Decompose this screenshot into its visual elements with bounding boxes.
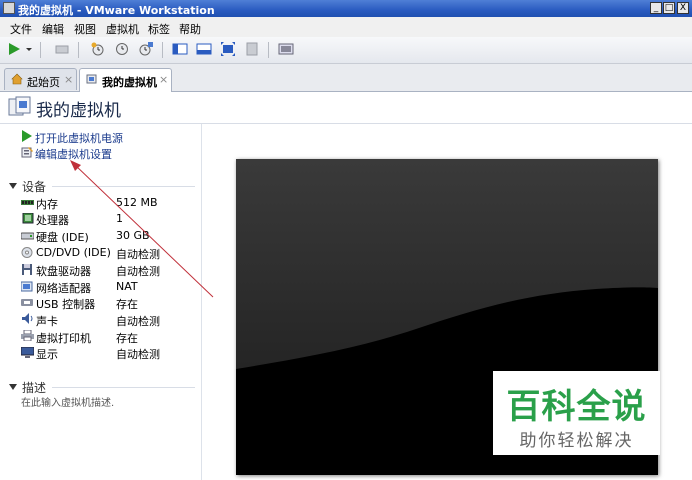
device-memory-name[interactable]: 内存 bbox=[36, 196, 58, 212]
description-input[interactable]: 在此输入虚拟机描述. bbox=[21, 394, 114, 409]
network-toolbar-icon[interactable] bbox=[54, 41, 70, 57]
menu-edit[interactable]: 编辑 bbox=[42, 21, 64, 37]
harddisk-icon bbox=[21, 232, 34, 240]
watermark-title: 百科全说 bbox=[506, 387, 647, 427]
floppy-icon bbox=[22, 264, 32, 275]
header-divider bbox=[0, 123, 692, 124]
close-window-button[interactable]: X bbox=[677, 2, 689, 14]
watermark: 百科全说 助你轻松解决 bbox=[493, 371, 660, 455]
menu-file[interactable]: 文件 bbox=[10, 21, 32, 37]
app-icon bbox=[3, 2, 15, 14]
tab-my-vm[interactable]: 我的虚拟机 × bbox=[79, 68, 172, 92]
tab-home[interactable]: 起始页 × bbox=[4, 68, 77, 90]
tab-home-close-icon[interactable]: × bbox=[64, 73, 73, 86]
printer-icon bbox=[21, 330, 34, 341]
tab-my-vm-label: 我的虚拟机 bbox=[102, 76, 157, 89]
menu-bar: 文件 编辑 视图 虚拟机 标签 帮助 bbox=[0, 17, 692, 37]
vm-icon bbox=[8, 96, 31, 116]
device-display-name[interactable]: 显示 bbox=[36, 346, 58, 362]
menu-view[interactable]: 视图 bbox=[74, 21, 96, 37]
device-printer-name[interactable]: 虚拟打印机 bbox=[36, 330, 91, 346]
tab-strip: 起始页 × 我的虚拟机 × bbox=[0, 64, 692, 92]
processor-icon bbox=[22, 213, 34, 224]
device-display-value: 自动检测 bbox=[116, 348, 160, 361]
vm-title: 我的虚拟机 bbox=[36, 101, 121, 121]
toolbar-separator bbox=[40, 42, 41, 58]
network-icon bbox=[21, 281, 33, 292]
thumbnail-bar-icon[interactable] bbox=[196, 41, 212, 57]
menu-vm[interactable]: 虚拟机 bbox=[106, 21, 139, 37]
devices-collapse-icon[interactable] bbox=[9, 183, 17, 189]
full-screen-icon[interactable] bbox=[220, 41, 236, 57]
description-collapse-icon[interactable] bbox=[9, 384, 17, 390]
toolbar-separator bbox=[78, 42, 79, 58]
devices-heading[interactable]: 设备 bbox=[22, 178, 46, 195]
device-printer-value: 存在 bbox=[116, 332, 138, 345]
window-title: 我的虚拟机 - VMware Workstation bbox=[18, 4, 215, 17]
description-rule bbox=[52, 387, 195, 388]
chevron-down-icon[interactable] bbox=[24, 41, 34, 57]
toolbar bbox=[0, 37, 692, 64]
device-sound-name[interactable]: 声卡 bbox=[36, 313, 58, 329]
revert-snapshot-icon[interactable] bbox=[114, 41, 130, 57]
usb-icon bbox=[21, 299, 33, 306]
toolbar-separator bbox=[162, 42, 163, 58]
vm-tab-icon bbox=[86, 74, 97, 84]
watermark-subtitle: 助你轻松解决 bbox=[519, 431, 634, 451]
cdrom-icon bbox=[21, 247, 33, 258]
home-icon bbox=[11, 73, 23, 85]
minimize-button[interactable]: _ bbox=[650, 2, 662, 14]
window-title-bar[interactable]: 我的虚拟机 - VMware Workstation _ □ X bbox=[0, 0, 692, 17]
device-sound-value: 自动检测 bbox=[116, 315, 160, 328]
show-library-icon[interactable] bbox=[172, 41, 188, 57]
maximize-button[interactable]: □ bbox=[663, 2, 675, 14]
display-icon bbox=[21, 347, 34, 358]
sound-icon bbox=[22, 313, 33, 324]
edit-settings-icon[interactable] bbox=[21, 146, 34, 158]
snapshot-icon[interactable] bbox=[90, 41, 106, 57]
toolbar-separator bbox=[268, 42, 269, 58]
power-on-link[interactable]: 打开此虚拟机电源 bbox=[35, 130, 123, 146]
tab-my-vm-close-icon[interactable]: × bbox=[159, 73, 168, 86]
power-on-icon[interactable] bbox=[6, 41, 22, 57]
console-view-icon[interactable] bbox=[278, 41, 294, 57]
menu-help[interactable]: 帮助 bbox=[179, 21, 201, 37]
annotation-arrow-icon bbox=[70, 160, 214, 298]
memory-icon bbox=[21, 200, 34, 205]
snapshot-manager-icon[interactable] bbox=[138, 41, 154, 57]
unity-icon[interactable] bbox=[244, 41, 260, 57]
power-on-icon[interactable] bbox=[21, 130, 33, 142]
tab-home-label: 起始页 bbox=[27, 76, 60, 89]
menu-tabs[interactable]: 标签 bbox=[148, 21, 170, 37]
